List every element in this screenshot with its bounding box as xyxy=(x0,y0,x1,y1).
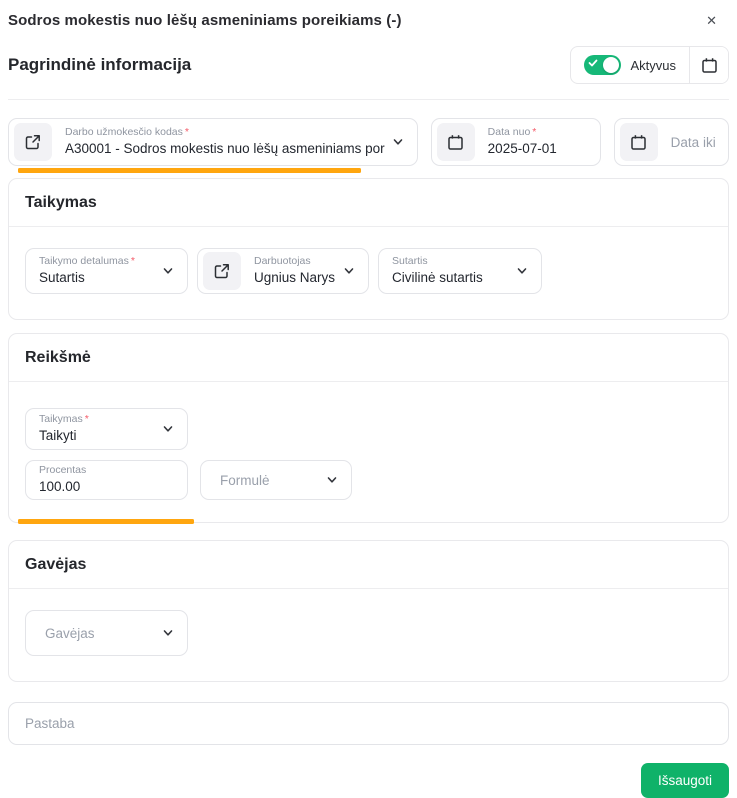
close-icon: ✕ xyxy=(706,13,717,28)
active-toggle[interactable]: Aktyvus xyxy=(571,47,689,83)
apply-select[interactable]: Taikymas * Taikyti xyxy=(25,408,188,450)
formula-select[interactable]: Formulė xyxy=(200,460,352,500)
required-marker: * xyxy=(84,413,89,426)
reiksme-card: Reikšmė Taikymas * Taikyti Procentas 100.… xyxy=(8,333,729,523)
external-link-icon[interactable] xyxy=(14,123,52,161)
save-button[interactable]: Išsaugoti xyxy=(640,763,729,798)
field-label: Data nuo * xyxy=(487,126,537,139)
percent-input[interactable]: Procentas 100.00 xyxy=(25,460,188,500)
reiksme-card-body: Taikymas * Taikyti Procentas 100.00 Formu… xyxy=(9,382,728,522)
field-value: Sutartis xyxy=(39,269,85,285)
taikymas-card-header: Taikymas xyxy=(9,179,728,227)
field-value: Taikyti xyxy=(39,427,77,443)
highlight-underline xyxy=(18,168,361,173)
field-placeholder: Data iki xyxy=(670,134,716,150)
dialog-footer: Išsaugoti xyxy=(8,763,729,798)
chevron-down-icon xyxy=(161,626,175,640)
taikymas-card-body: Taikymo detalumas * Sutartis Darbuotojas … xyxy=(9,227,728,319)
field-value: A30001 - Sodros mokestis nuo lėšų asmeni… xyxy=(65,140,385,156)
taikymas-heading: Taikymas xyxy=(25,194,97,211)
field-value: 100.00 xyxy=(39,478,81,494)
external-link-icon[interactable] xyxy=(203,252,241,290)
chevron-down-icon xyxy=(325,473,339,487)
note-input[interactable] xyxy=(8,702,729,745)
required-marker: * xyxy=(130,255,135,268)
gavejas-card: Gavėjas Gavėjas xyxy=(8,540,729,682)
dialog-header: Sodros mokestis nuo lėšų asmeniniams por… xyxy=(8,8,729,29)
gavejas-card-header: Gavėjas xyxy=(9,541,728,589)
dialog: Sodros mokestis nuo lėšų asmeniniams por… xyxy=(0,0,737,798)
calendar-icon[interactable] xyxy=(619,123,658,161)
main-section-header: Pagrindinė informacija Aktyvus xyxy=(8,46,729,84)
required-marker: * xyxy=(184,126,189,139)
calendar-icon xyxy=(701,57,718,74)
close-button[interactable]: ✕ xyxy=(698,12,725,29)
status-group: Aktyvus xyxy=(570,46,729,84)
field-placeholder: Gavėjas xyxy=(45,625,95,641)
field-label: Darbuotojas xyxy=(254,255,311,268)
field-value: Civilinė sutartis xyxy=(392,269,483,285)
gavejas-heading: Gavėjas xyxy=(25,556,87,573)
date-to-field[interactable]: Data iki xyxy=(613,118,729,166)
chevron-down-icon xyxy=(342,264,356,278)
chevron-down-icon xyxy=(161,264,175,278)
highlight-underline xyxy=(18,519,194,524)
field-value: 2025-07-01 xyxy=(487,140,557,156)
field-value: Ugnius Narys xyxy=(254,269,336,285)
field-label: Sutartis xyxy=(392,255,428,268)
basic-fields-row: Darbo užmokesčio kodas * A30001 - Sodros … xyxy=(8,118,729,166)
reiksme-card-header: Reikšmė xyxy=(9,334,728,382)
page-title: Pagrindinė informacija xyxy=(8,55,192,74)
recipient-select[interactable]: Gavėjas xyxy=(25,610,188,656)
divider xyxy=(8,99,729,100)
taikymas-card: Taikymas Taikymo detalumas * Sutartis Da… xyxy=(8,178,729,320)
history-calendar-button[interactable] xyxy=(690,47,728,83)
chevron-down-icon xyxy=(161,422,175,436)
chevron-down-icon xyxy=(391,135,405,149)
gavejas-card-body: Gavėjas xyxy=(9,589,728,681)
date-from-field[interactable]: Data nuo * 2025-07-01 xyxy=(430,118,601,166)
contract-select[interactable]: Sutartis Civilinė sutartis xyxy=(378,248,542,294)
dialog-title: Sodros mokestis nuo lėšų asmeniniams por… xyxy=(8,12,402,29)
toggle-knob xyxy=(603,57,620,73)
field-placeholder: Formulė xyxy=(220,472,270,488)
required-marker: * xyxy=(532,126,537,139)
field-label: Taikymas * xyxy=(39,413,89,426)
field-label: Taikymo detalumas * xyxy=(39,255,135,268)
field-label: Darbo užmokesčio kodas * xyxy=(65,126,189,139)
salary-code-select[interactable]: Darbo užmokesčio kodas * A30001 - Sodros … xyxy=(8,118,418,166)
calendar-icon[interactable] xyxy=(436,123,475,161)
toggle-label: Aktyvus xyxy=(630,57,676,73)
field-label: Procentas xyxy=(39,464,87,477)
application-detail-select[interactable]: Taikymo detalumas * Sutartis xyxy=(25,248,188,294)
employee-select[interactable]: Darbuotojas Ugnius Narys xyxy=(197,248,369,294)
reiksme-heading: Reikšmė xyxy=(25,349,91,366)
check-icon xyxy=(588,58,598,68)
chevron-down-icon xyxy=(515,264,529,278)
toggle-switch[interactable] xyxy=(584,55,622,75)
